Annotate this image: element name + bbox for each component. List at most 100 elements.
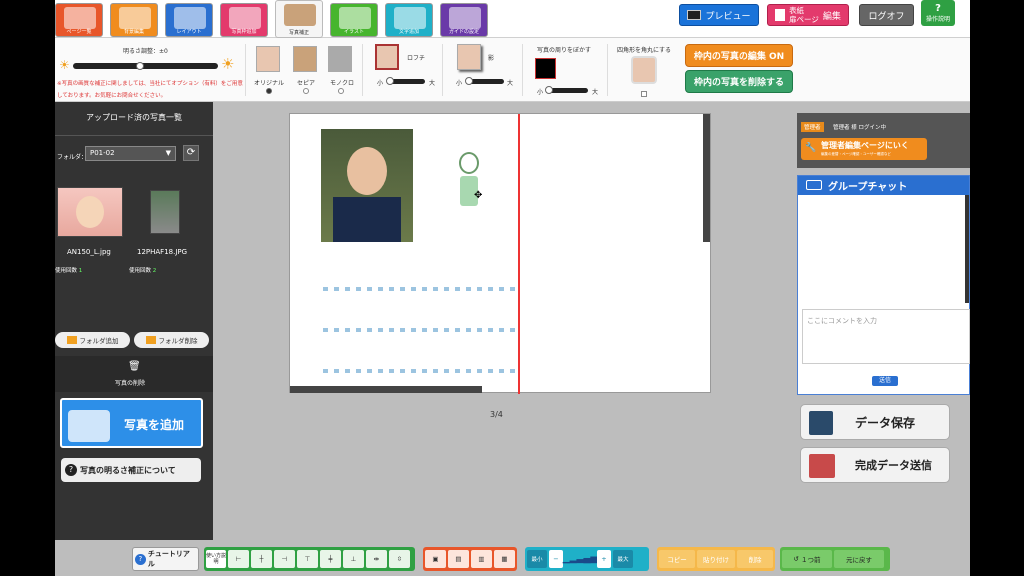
folder-label: フォルダ： (57, 154, 88, 161)
refresh-icon[interactable]: ⟳ (183, 145, 199, 161)
align-left-icon[interactable]: ⊢ (228, 550, 249, 568)
submit-data-button[interactable]: 完成データ送信 (800, 447, 950, 483)
tab-label: イラスト (344, 29, 364, 35)
illustration-child[interactable] (455, 152, 483, 222)
album-page-canvas[interactable]: ✥ (289, 113, 711, 394)
distribute-h-icon[interactable]: ⇹ (366, 550, 387, 568)
tab-label: ガイドの設定 (448, 29, 479, 35)
send-button[interactable]: 送信 (872, 376, 898, 386)
align-center-icon[interactable]: ┼ (251, 550, 272, 568)
tab-icon (394, 7, 426, 29)
horizontal-scrollbar[interactable] (290, 386, 482, 393)
page-indicator: 3/4 (490, 410, 503, 419)
folder-select[interactable]: P01-02 ▼ (85, 146, 176, 161)
brightness-slider-knob[interactable] (136, 62, 144, 70)
shadow-thumb[interactable] (457, 44, 481, 70)
chat-scrollbar[interactable] (965, 195, 969, 303)
edit-photo-in-frame-toggle[interactable]: 枠内の写真の編集 ON (685, 44, 793, 67)
align-top-icon[interactable]: ⊤ (297, 550, 318, 568)
delete-photo-in-frame-button[interactable]: 枠内の写真を削除する (685, 70, 793, 93)
page-spine-line (518, 114, 520, 394)
admin-panel: 管理者 管理者 様 ログイン中 🔧 管理者編集ページにいく 編集の差替・ページ確… (797, 113, 970, 168)
filter-sepia-radio[interactable] (303, 88, 309, 94)
photo-thumb-baby[interactable] (57, 187, 123, 237)
photos-icon (68, 410, 110, 442)
manual-button[interactable]: ? 操作説明 (921, 0, 955, 26)
folder-add-icon (66, 336, 77, 344)
tab-7[interactable]: ガイドの設定 (440, 3, 488, 37)
align-middle-icon[interactable]: ╪ (320, 550, 341, 568)
tab-4[interactable]: 写真補正 (275, 0, 323, 38)
delete-folder-button[interactable]: フォルダ削除 (134, 332, 209, 348)
filter-original-thumb[interactable] (256, 46, 280, 72)
add-folder-button[interactable]: フォルダ追加 (55, 332, 130, 348)
tab-6[interactable]: 文字追加 (385, 3, 433, 37)
add-photo-button[interactable]: 写真を追加 (60, 398, 203, 448)
delete-photo-area[interactable]: 🗑 写真の削除 (55, 356, 213, 392)
bring-forward-icon[interactable]: ▤ (448, 550, 469, 568)
tab-3[interactable]: 写真枠追加 (220, 3, 268, 37)
border-style-thumb[interactable] (375, 44, 399, 70)
tab-label: レイアウト (176, 29, 202, 35)
zoom-max-button[interactable]: 最大 (613, 550, 633, 568)
chat-header: グループチャット (798, 176, 969, 195)
filter-mono-radio[interactable] (338, 88, 344, 94)
tutorial-button[interactable]: ? チュートリアル (132, 547, 199, 571)
divider (607, 44, 608, 96)
photo-correction-toolbar: 明るさ調整：±0 ☀ ☀ ※写真の画質な補正に関しましては、当社にてオプション（… (55, 38, 970, 102)
zoom-level-bars[interactable]: ▁▂▃▄▅ (563, 550, 598, 568)
distribute-v-icon[interactable]: ⇳ (389, 550, 410, 568)
preview-button[interactable]: プレビュー (679, 4, 759, 26)
tab-icon (449, 7, 481, 29)
copy-button[interactable]: コピー (659, 550, 695, 568)
trash-icon: 🗑 (128, 361, 141, 372)
send-back-icon[interactable]: ▦ (494, 550, 515, 568)
help-icon: ? (135, 553, 146, 565)
save-data-button[interactable]: データ保存 (800, 404, 950, 440)
tab-icon (119, 7, 151, 29)
brightness-help-button[interactable]: ? 写真の明るさ補正について (61, 458, 201, 482)
tab-0[interactable]: ページ一覧 (55, 3, 103, 37)
round-corners-thumb[interactable] (631, 56, 657, 84)
boy-face-shape (347, 147, 387, 195)
undo-icon: ↺ (793, 555, 799, 563)
filter-original-radio[interactable] (266, 88, 272, 94)
cover-edit-button[interactable]: 表紙 扉ページ 編集 (767, 4, 849, 26)
usage-help-button[interactable]: 使い方説明 (206, 550, 226, 568)
tab-1[interactable]: 背景編集 (110, 3, 158, 37)
zoom-min-button[interactable]: 最小 (527, 550, 547, 568)
logoff-button[interactable]: ログオフ (859, 4, 914, 26)
text-guide-line (323, 328, 518, 332)
round-corners-checkbox[interactable] (641, 91, 647, 97)
brightness-slider[interactable] (73, 63, 218, 69)
blur-slider-knob[interactable] (545, 86, 553, 94)
redo-button[interactable]: 元に戻す (834, 550, 884, 568)
photo-boy[interactable] (321, 129, 413, 242)
shadow-slider-knob[interactable] (465, 77, 473, 85)
paste-button[interactable]: 貼り付け (697, 550, 735, 568)
vertical-scrollbar[interactable] (703, 114, 710, 242)
blur-color-swatch[interactable] (535, 58, 556, 79)
admin-edit-link[interactable]: 🔧 管理者編集ページにいく 編集の差替・ページ確認・ユーザー確認など (801, 138, 927, 160)
undo-button[interactable]: ↺ １つ前 (782, 550, 832, 568)
border-slider-knob[interactable] (386, 77, 394, 85)
tab-icon (339, 7, 371, 29)
shadow-small-label: 小 (456, 80, 463, 87)
bring-front-icon[interactable]: ▣ (425, 550, 446, 568)
send-backward-icon[interactable]: ▥ (471, 550, 492, 568)
delete-button[interactable]: 削除 (737, 550, 773, 568)
zoom-in-icon[interactable]: + (597, 550, 611, 568)
tab-5[interactable]: イラスト (330, 3, 378, 37)
tab-icon (174, 7, 206, 29)
photo-thumb-child[interactable] (150, 190, 180, 234)
boy-vest-shape (333, 197, 401, 242)
filter-sepia-thumb[interactable] (293, 46, 317, 72)
tab-2[interactable]: レイアウト (165, 3, 213, 37)
align-bottom-icon[interactable]: ⊥ (343, 550, 364, 568)
round-corners-label: 四角形を角丸にする (617, 47, 672, 54)
comment-input[interactable]: ここにコメントを入力 (802, 309, 970, 364)
zoom-out-icon[interactable]: − (549, 550, 563, 568)
align-right-icon[interactable]: ⊣ (274, 550, 295, 568)
filter-mono-thumb[interactable] (328, 46, 352, 72)
sun-small-icon: ☀ (59, 58, 70, 72)
